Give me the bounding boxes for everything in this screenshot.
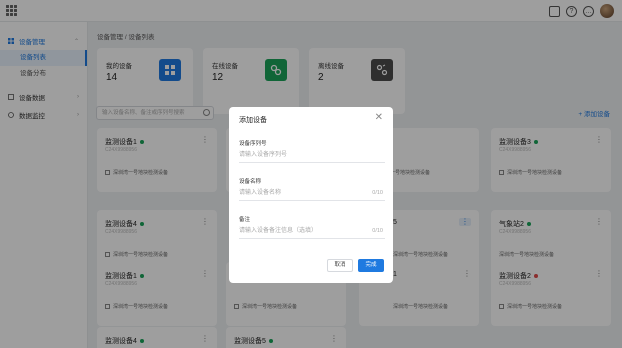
serial-label: 设备序列号 [239, 141, 267, 147]
cancel-button[interactable]: 取消 [327, 259, 353, 272]
note-char-count: 0/10 [372, 228, 383, 234]
name-placeholder: 请输入设备名称 [239, 190, 282, 196]
note-input[interactable]: 请输入设备备注信息（选填） 0/10 [239, 225, 385, 239]
name-input[interactable]: 请输入设备名称 0/10 [239, 187, 385, 201]
dialog-title: 添加设备 [239, 117, 267, 124]
note-placeholder: 请输入设备备注信息（选填） [239, 228, 318, 234]
add-device-dialog: 添加设备 ✕ 设备序列号 请输入设备序列号 设备名称 请输入设备名称 0/10 … [229, 107, 393, 283]
close-icon[interactable]: ✕ [375, 113, 383, 123]
serial-input[interactable]: 请输入设备序列号 [239, 149, 385, 163]
name-char-count: 0/10 [372, 190, 383, 196]
note-label: 备注 [239, 217, 251, 223]
confirm-button[interactable]: 完成 [358, 259, 384, 272]
name-label: 设备名称 [239, 179, 262, 185]
